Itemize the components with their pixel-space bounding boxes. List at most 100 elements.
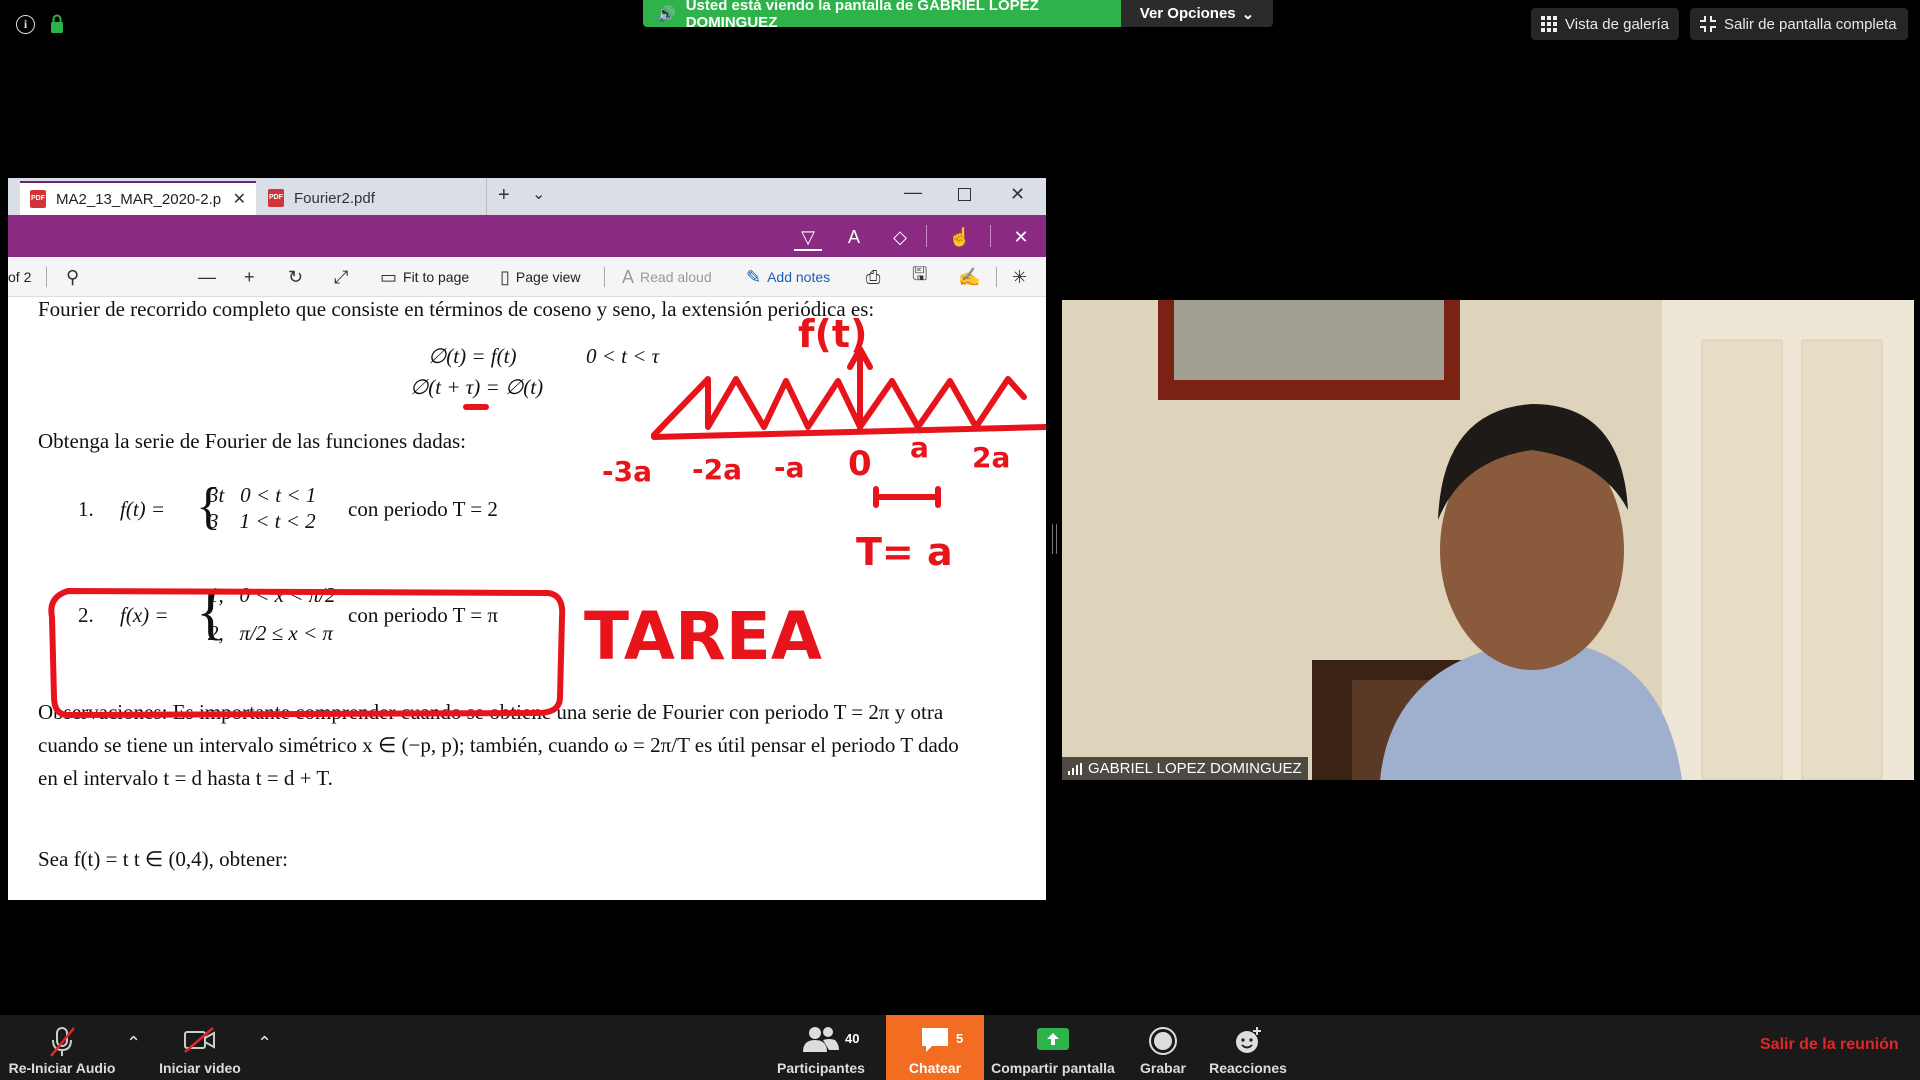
- page-view-icon: ▯: [500, 266, 510, 287]
- gallery-view-label: Vista de galería: [1565, 15, 1669, 33]
- record-label: Grabar: [1140, 1060, 1186, 1076]
- fit-to-page-button[interactable]: ▭ Fit to page: [380, 265, 469, 289]
- divider: [604, 267, 605, 287]
- chevron-down-icon[interactable]: ⌄: [532, 184, 545, 204]
- info-icon[interactable]: i: [16, 15, 35, 34]
- speaker-icon: 🔊: [657, 5, 676, 23]
- maximize-icon[interactable]: [958, 188, 971, 201]
- add-notes-button[interactable]: ✎ Add notes: [746, 265, 830, 289]
- video-label: Iniciar video: [159, 1060, 241, 1076]
- exit-fullscreen-button[interactable]: Salir de pantalla completa: [1690, 8, 1908, 40]
- close-tab-icon[interactable]: ✕: [233, 189, 246, 209]
- page-view-label: Page view: [515, 269, 581, 285]
- reactions-icon: [1233, 1026, 1263, 1060]
- pdf-toolbar: of 2 ⚲ — + ↻ ⤢ ▭ Fit to page ▯ Page view A…: [8, 257, 1046, 297]
- lock-icon[interactable]: [50, 14, 64, 34]
- tab-divider: [486, 178, 487, 215]
- save-as-icon[interactable]: ✍: [958, 265, 980, 289]
- read-aloud-button[interactable]: A Read aloud: [622, 265, 712, 289]
- participant-video[interactable]: [1062, 300, 1914, 780]
- ink-axis-label: 2a: [972, 441, 1010, 474]
- share-banner-text: Usted está viendo la pantalla de GABRIEL…: [685, 0, 1039, 31]
- chevron-down-icon: ⌄: [1241, 5, 1255, 23]
- reactions-button[interactable]: Reacciones: [1206, 1015, 1290, 1080]
- pen-notes-icon: ✎: [746, 266, 762, 287]
- ink-axis-label: 0: [848, 444, 872, 484]
- ink-period-bracket: [873, 486, 941, 508]
- tab-fourier2-pdf[interactable]: PDF Fourier2.pdf: [258, 181, 484, 215]
- participant-name-tag: GABRIEL LOPEZ DOMINGUEZ: [1062, 757, 1308, 780]
- divider: [990, 225, 991, 247]
- page-view-button[interactable]: ▯ Page view: [500, 265, 581, 289]
- pin-icon[interactable]: ✳: [1012, 265, 1027, 289]
- participants-count: 40: [845, 1031, 860, 1046]
- view-options-label: Ver Opciones: [1139, 5, 1236, 22]
- chat-button[interactable]: 5 Chatear: [886, 1015, 984, 1080]
- highlighter-icon[interactable]: A: [840, 223, 868, 251]
- screen-share-banner: 🔊 Usted está viendo la pantalla de GABRI…: [643, 0, 1121, 31]
- signal-icon: [1068, 762, 1082, 775]
- fullscreen-icon[interactable]: ⤢: [334, 265, 348, 289]
- eraser-icon[interactable]: ◇: [886, 223, 914, 251]
- chat-label: Chatear: [908, 1060, 962, 1076]
- read-aloud-icon: A: [622, 266, 635, 287]
- participants-icon: 40: [803, 1026, 859, 1060]
- ink-axis-label: -3a: [602, 455, 652, 488]
- audio-button[interactable]: Re-Iniciar Audio: [0, 1015, 124, 1080]
- leave-meeting-button[interactable]: Salir de la reunión: [1760, 1036, 1899, 1054]
- pdf-file-icon: PDF: [268, 189, 284, 207]
- ink-axis-label: -a: [774, 451, 805, 484]
- pen-icon[interactable]: ▽: [794, 223, 822, 251]
- fit-to-page-label: Fit to page: [403, 269, 470, 285]
- video-frame: [1062, 300, 1914, 780]
- video-button[interactable]: Iniciar video: [150, 1015, 250, 1080]
- print-icon[interactable]: ⎙: [866, 265, 880, 289]
- touch-writing-icon[interactable]: ☝: [946, 223, 974, 251]
- divider: [996, 267, 997, 287]
- page-indicator: of 2: [8, 265, 31, 289]
- ink-homework-label: TAREA: [584, 598, 822, 675]
- page-indicator-text: of 2: [8, 269, 32, 285]
- save-icon[interactable]: 🖫: [912, 264, 927, 289]
- exit-fullscreen-label: Salir de pantalla completa: [1724, 15, 1897, 33]
- ink-axis-label: a: [910, 431, 929, 464]
- chat-bubble-icon: 5: [920, 1026, 963, 1060]
- participants-label: Participantes: [777, 1060, 865, 1076]
- share-screen-button[interactable]: Compartir pantalla: [986, 1015, 1120, 1080]
- ink-axis: [651, 424, 1046, 440]
- close-window-icon[interactable]: ✕: [1010, 184, 1025, 205]
- grid-icon: [1541, 16, 1557, 32]
- participants-button[interactable]: 40 Participantes: [766, 1015, 876, 1080]
- exit-fullscreen-icon: [1700, 16, 1716, 32]
- divider: [926, 225, 927, 247]
- gallery-view-button[interactable]: Vista de galería: [1531, 8, 1679, 40]
- tab-label: Fourier2.pdf: [294, 189, 375, 207]
- chat-count: 5: [956, 1031, 964, 1046]
- record-button[interactable]: Grabar: [1128, 1015, 1198, 1080]
- zoom-in-icon[interactable]: +: [244, 265, 255, 289]
- microphone-muted-icon: [47, 1026, 77, 1060]
- minimize-icon[interactable]: —: [904, 182, 922, 203]
- share-screen-label: Compartir pantalla: [991, 1060, 1115, 1076]
- view-options-button[interactable]: Ver Opciones ⌄: [1121, 0, 1273, 27]
- video-camera-off-icon: [183, 1026, 217, 1060]
- divider: [46, 267, 47, 287]
- video-options-caret-icon[interactable]: ⌃: [257, 1033, 272, 1054]
- tab-ma2-pdf[interactable]: PDF MA2_13_MAR_2020-2.p ✕: [20, 181, 256, 215]
- ink-ft-label: f(t): [798, 312, 867, 356]
- rotate-icon[interactable]: ↻: [288, 265, 303, 289]
- participant-name: GABRIEL LOPEZ DOMINGUEZ: [1088, 760, 1302, 777]
- zoom-top-bar: i 🔊 Usted está viendo la pantalla de GAB…: [0, 0, 1920, 50]
- close-ink-icon[interactable]: ✕: [1007, 223, 1035, 251]
- audio-label: Re-Iniciar Audio: [8, 1060, 116, 1076]
- pdf-document-page[interactable]: Fourier de recorrido completo que consis…: [8, 297, 1046, 900]
- search-icon[interactable]: ⚲: [66, 265, 79, 289]
- ink-homework-box: [48, 588, 566, 718]
- meeting-controls-bar: Re-Iniciar Audio ⌃ Iniciar video ⌃ 40 Pa…: [0, 1015, 1920, 1080]
- audio-options-caret-icon[interactable]: ⌃: [126, 1033, 141, 1054]
- zoom-out-icon[interactable]: —: [198, 265, 216, 289]
- new-tab-icon[interactable]: +: [498, 184, 510, 207]
- ink-annotations: f(t) -3a -2a -a 0 a 2a T= a TAREA: [48, 312, 1046, 718]
- ink-toolbar: ▽ A ◇ ☝ ✕: [8, 215, 1046, 257]
- splitter-handle[interactable]: [1052, 524, 1057, 554]
